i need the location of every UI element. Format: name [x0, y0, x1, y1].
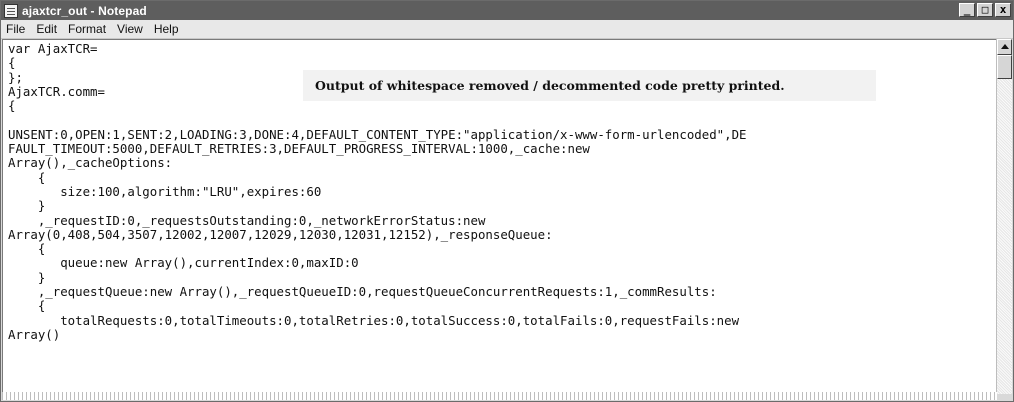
menu-file[interactable]: File: [1, 22, 31, 36]
text-editor[interactable]: var AjaxTCR= { }; AjaxTCR.comm= { UNSENT…: [2, 39, 997, 394]
vertical-scrollbar[interactable]: [996, 39, 1012, 394]
title-bar[interactable]: ajaxtcr_out - Notepad _ □ x: [1, 1, 1013, 20]
maximize-button[interactable]: □: [977, 3, 993, 17]
menu-view[interactable]: View: [112, 22, 149, 36]
minimize-button[interactable]: _: [959, 3, 975, 17]
menu-bar: File Edit Format View Help: [1, 20, 1013, 39]
window-controls: _ □ x: [959, 3, 1011, 17]
notepad-icon[interactable]: [4, 3, 18, 18]
annotation-text: Output of whitespace removed / decomment…: [315, 78, 785, 93]
annotation-callout: Output of whitespace removed / decomment…: [303, 70, 876, 101]
notepad-window: ajaxtcr_out - Notepad _ □ x File Edit Fo…: [0, 0, 1014, 402]
window-title: ajaxtcr_out - Notepad: [22, 3, 147, 18]
horizontal-scroll-edge: [2, 392, 997, 400]
scroll-thumb[interactable]: [997, 55, 1012, 79]
close-button[interactable]: x: [995, 3, 1011, 17]
menu-format[interactable]: Format: [63, 22, 112, 36]
menu-edit[interactable]: Edit: [31, 22, 63, 36]
scroll-up-button[interactable]: [997, 39, 1012, 55]
up-arrow-icon: [1001, 44, 1009, 49]
menu-help[interactable]: Help: [149, 22, 185, 36]
